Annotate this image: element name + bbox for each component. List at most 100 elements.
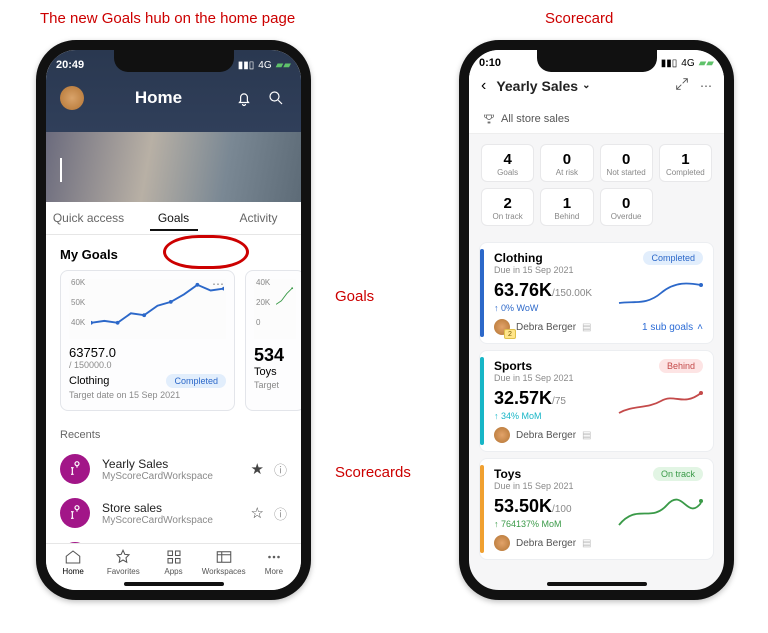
status-badge: Completed — [166, 374, 226, 388]
expand-icon[interactable] — [674, 76, 690, 95]
y-tick: 60K — [71, 279, 85, 299]
goal-delta: ↑ 764137% MoM — [494, 519, 572, 529]
star-icon[interactable]: ☆ — [251, 504, 264, 522]
tab-quick-access[interactable]: Quick access — [46, 202, 131, 234]
note-icon[interactable]: ▤ — [582, 538, 591, 549]
info-icon[interactable]: ⓘ — [274, 504, 287, 523]
list-item[interactable]: Store sales MyScoreCardWorkspace ☆ ⓘ — [46, 491, 301, 535]
goal-value: 63.76K/150.00K — [494, 280, 592, 301]
status-badge: On track — [653, 467, 703, 481]
sparkline — [617, 387, 703, 421]
goal-due: Due in 15 Sep 2021 — [494, 265, 574, 275]
stat-overdue[interactable]: 0Overdue — [600, 188, 653, 226]
scorecard-title[interactable]: Yearly Sales ⌄ — [496, 78, 590, 94]
page-title: Home — [94, 88, 223, 108]
goal-value: 32.57K/75 — [494, 388, 566, 409]
goal-card-toys[interactable]: 40K 20K 0 534 Toys Target — [245, 270, 301, 411]
recent-subtitle: MyScoreCardWorkspace — [102, 471, 239, 482]
device-notch — [114, 50, 234, 72]
scorecard-icon — [60, 454, 90, 484]
chevron-up-icon: ˄ — [697, 322, 703, 333]
callout-goals: Goals — [335, 288, 374, 305]
user-avatar[interactable] — [60, 86, 84, 110]
nav-apps[interactable]: Apps — [148, 548, 198, 576]
owner-avatar — [494, 427, 510, 443]
stat-atrisk[interactable]: 0At risk — [540, 144, 593, 182]
home-indicator — [547, 582, 647, 586]
signal-icon: ▮▮▯ — [661, 58, 678, 69]
owner-note-badge: 2 — [504, 329, 516, 339]
trophy-icon — [483, 113, 495, 125]
callout-scorecards: Scorecards — [335, 464, 411, 481]
stat-completed[interactable]: 1Completed — [659, 144, 712, 182]
status-color-bar — [480, 357, 484, 445]
stat-goals[interactable]: 4Goals — [481, 144, 534, 182]
goal-target-date: Target date on 15 Sep 2021 — [69, 390, 226, 400]
owner-avatar: 2 — [494, 319, 510, 335]
goal-name: Toys — [254, 366, 296, 378]
scorecard-icon — [60, 498, 90, 528]
network-label: 4G — [258, 60, 271, 71]
goal-due: Due in 15 Sep 2021 — [494, 373, 574, 383]
caption-title-1: The new Goals hub on the home page — [40, 10, 295, 27]
status-badge: Behind — [659, 359, 703, 373]
status-badge: Completed — [643, 251, 703, 265]
scorecard-goal-card[interactable]: Toys Due in 15 Sep 2021 On track 53.50K/… — [479, 458, 714, 560]
stat-ontrack[interactable]: 2On track — [481, 188, 534, 226]
status-indicators: ▮▮▯ 4G ▰▰ — [661, 58, 714, 69]
status-time: 20:49 — [56, 59, 96, 71]
status-indicators: ▮▮▯ 4G ▰▰ — [238, 60, 291, 71]
tab-bar: Quick access Goals Activity — [46, 202, 301, 235]
owner-name: Debra Berger — [516, 322, 576, 333]
home-indicator — [124, 582, 224, 586]
phone-scorecard: 0:10 ▮▮▯ 4G ▰▰ ‹ Yearly Sales ⌄ ⋯ All st… — [459, 40, 734, 600]
note-icon[interactable]: ▤ — [582, 430, 591, 441]
more-icon[interactable]: ⋯ — [212, 277, 224, 291]
goal-due: Due in 15 Sep 2021 — [494, 481, 574, 491]
goal-name: Toys — [494, 467, 574, 481]
nav-favorites[interactable]: Favorites — [98, 548, 148, 576]
goal-value: 63757.0 — [69, 345, 226, 360]
goal-name: Sports — [494, 359, 574, 373]
hero-banner — [46, 132, 301, 202]
network-label: 4G — [681, 58, 694, 69]
nav-home[interactable]: Home — [48, 548, 98, 576]
goal-target-date: Target — [254, 380, 296, 390]
status-color-bar — [480, 465, 484, 553]
star-icon[interactable]: ★ — [251, 460, 264, 478]
search-icon[interactable] — [265, 87, 287, 109]
recent-subtitle: MyScoreCardWorkspace — [102, 515, 239, 526]
tab-goals[interactable]: Goals — [131, 202, 216, 234]
subgoals-link[interactable]: 1 sub goals ˄ — [642, 322, 703, 333]
notifications-icon[interactable] — [233, 87, 255, 109]
more-icon[interactable]: ⋯ — [700, 79, 712, 93]
scorecard-goal-card[interactable]: Clothing Due in 15 Sep 2021 Completed 63… — [479, 242, 714, 344]
scorecard-goal-card[interactable]: Sports Due in 15 Sep 2021 Behind 32.57K/… — [479, 350, 714, 452]
battery-icon: ▰▰ — [276, 60, 291, 71]
chevron-down-icon: ⌄ — [582, 80, 590, 91]
titlebar: ‹ Yearly Sales ⌄ ⋯ — [469, 72, 724, 105]
info-icon[interactable]: ⓘ — [274, 460, 287, 479]
note-icon[interactable]: ▤ — [582, 322, 591, 333]
goal-name: Clothing — [494, 251, 574, 265]
device-notch — [537, 50, 657, 72]
tab-activity[interactable]: Activity — [216, 202, 301, 234]
stat-behind[interactable]: 1Behind — [540, 188, 593, 226]
y-tick: 0 — [256, 319, 270, 339]
stat-notstarted[interactable]: 0Not started — [600, 144, 653, 182]
goal-card-clothing[interactable]: 60K 50K 40K ⋯ 63757.0 / 150000.0 Clothin… — [60, 270, 235, 411]
sparkline — [276, 281, 294, 306]
goal-value-partial: 534 — [254, 345, 296, 366]
phone-goals-hub: 20:49 ▮▮▯ 4G ▰▰ Home Quick access Goals … — [36, 40, 311, 600]
list-item[interactable]: Yearly Sales MyScoreCardWorkspace ★ ⓘ — [46, 447, 301, 491]
owner-name: Debra Berger — [516, 538, 576, 549]
my-goals-header: My Goals — [46, 235, 301, 266]
nav-more[interactable]: More — [249, 548, 299, 576]
back-icon[interactable]: ‹ — [481, 77, 486, 95]
goal-cards[interactable]: 60K 50K 40K ⋯ 63757.0 / 150000.0 Clothin… — [46, 266, 301, 415]
signal-icon: ▮▮▯ — [238, 60, 255, 71]
filter-bar[interactable]: All store sales — [469, 105, 724, 134]
battery-icon: ▰▰ — [699, 58, 714, 69]
owner-avatar — [494, 535, 510, 551]
nav-workspaces[interactable]: Workspaces — [199, 548, 249, 576]
